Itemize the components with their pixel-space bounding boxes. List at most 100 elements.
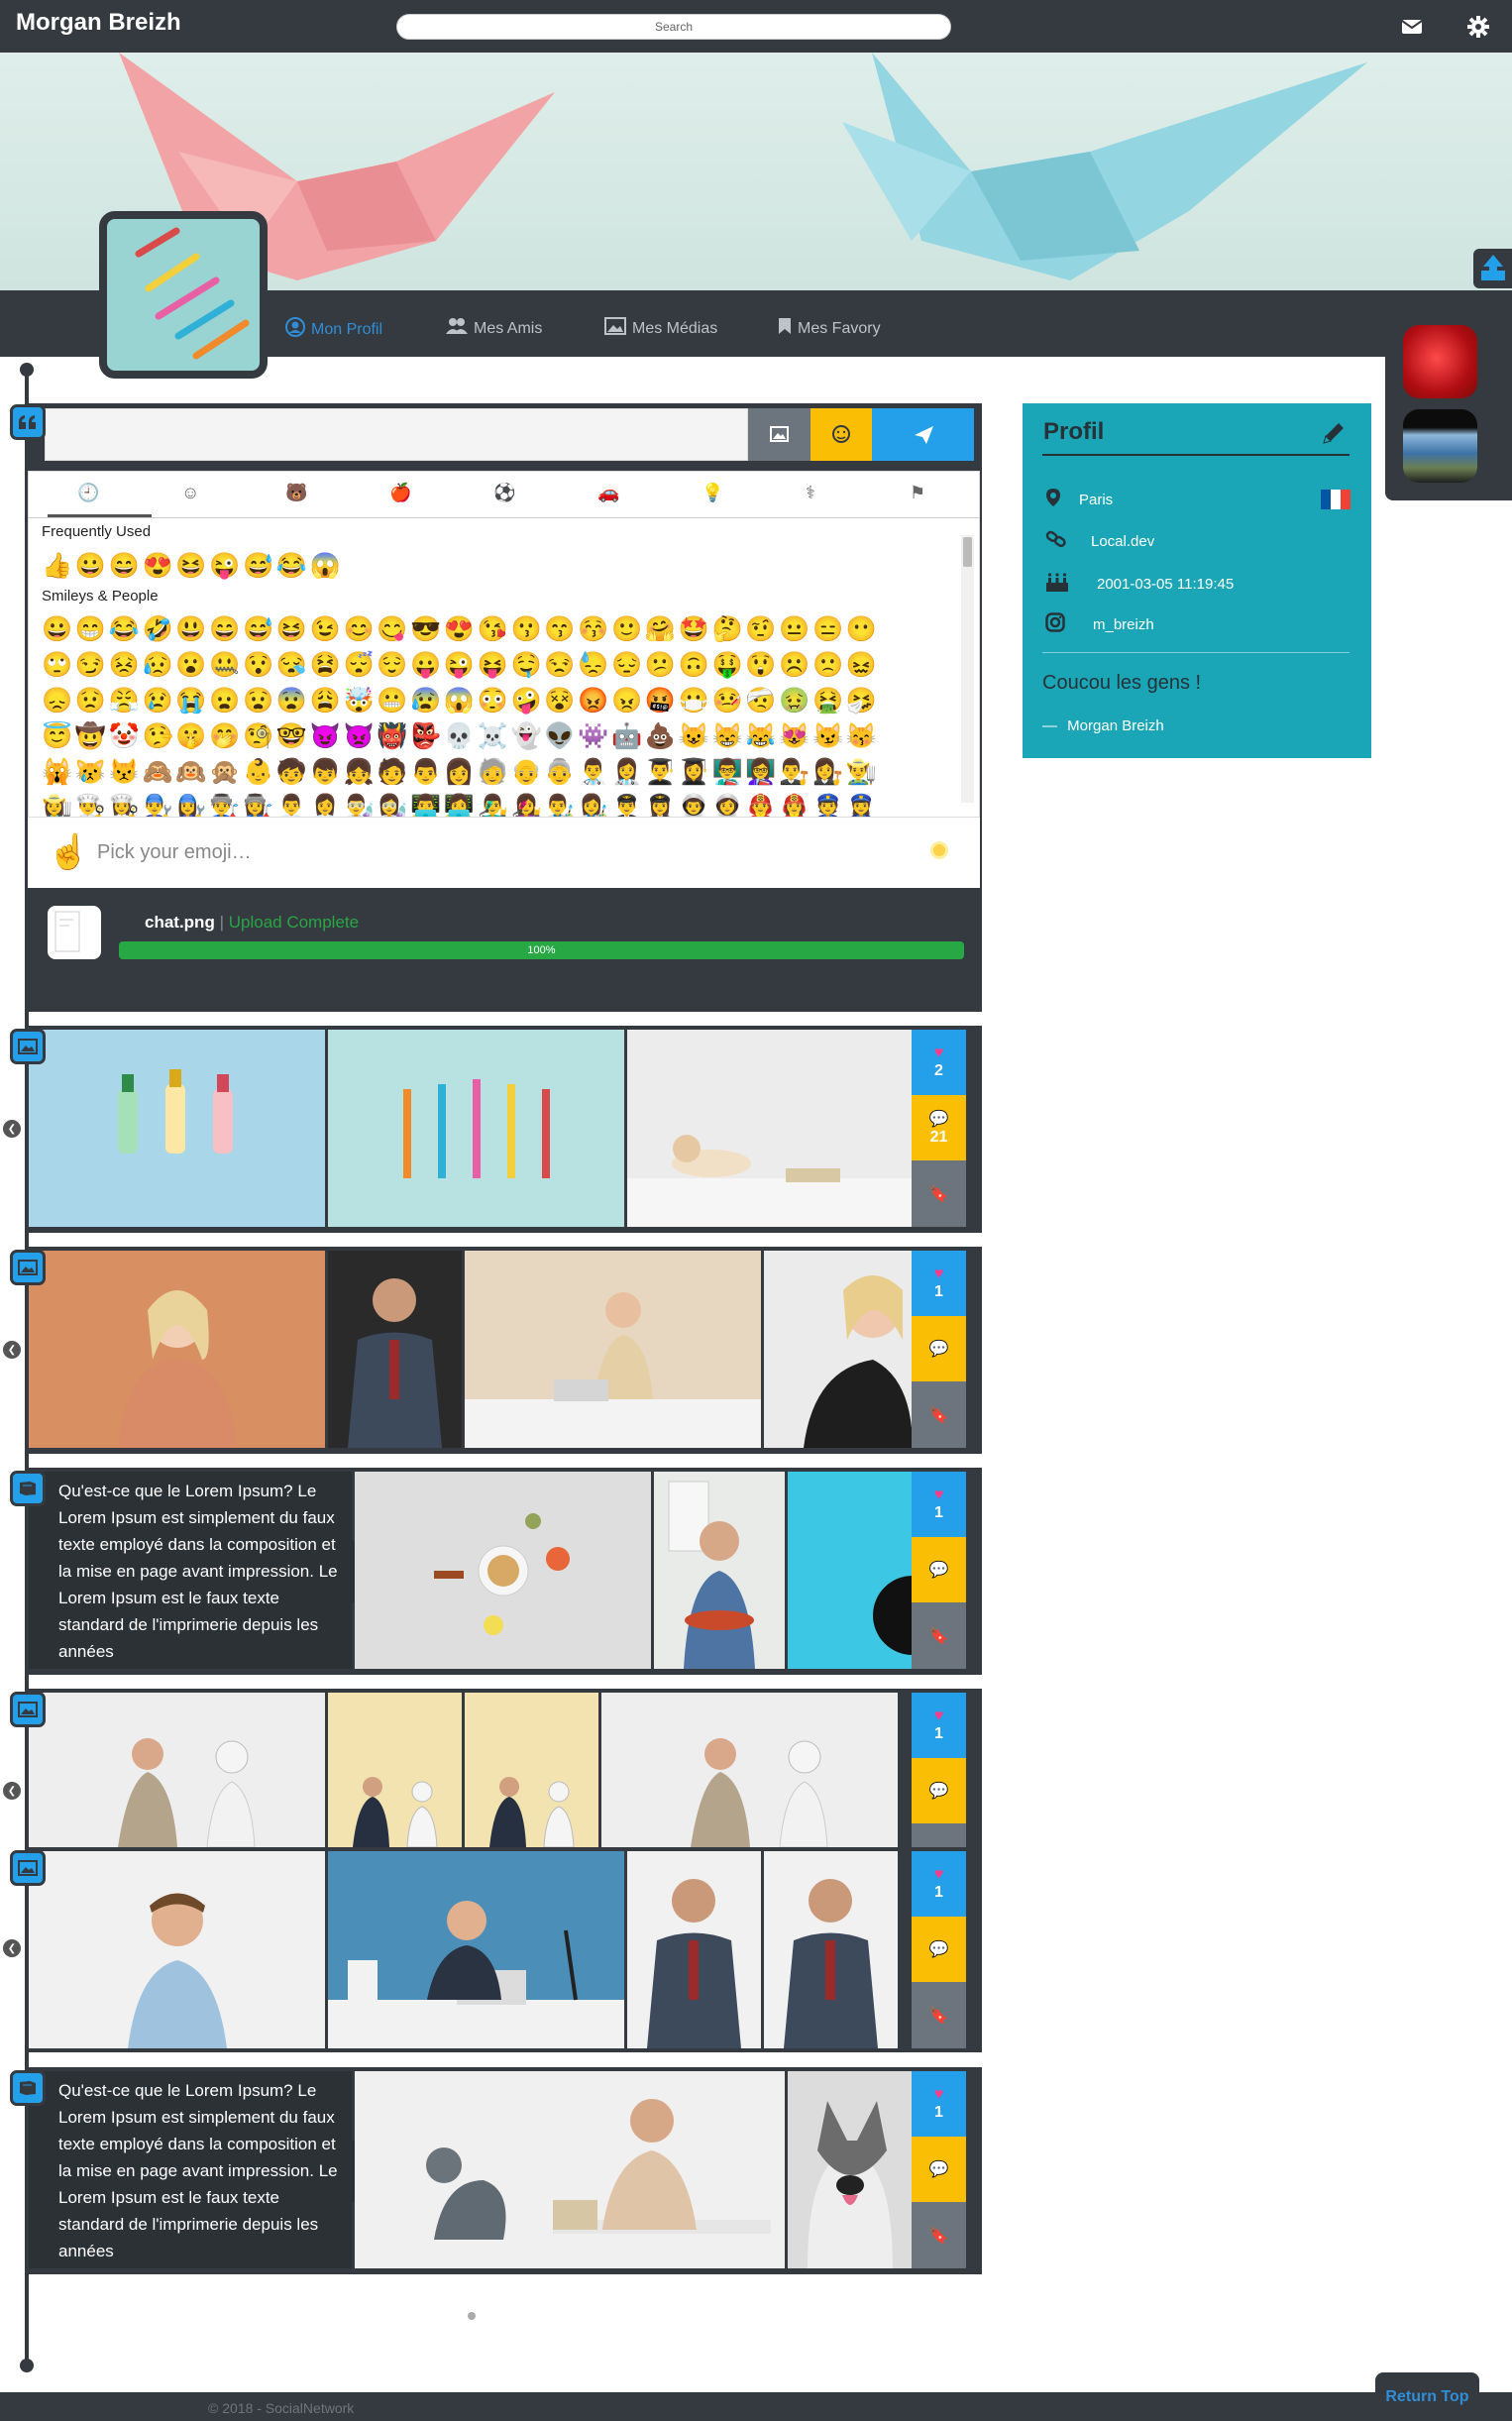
skin-tone-selector[interactable] <box>930 841 948 859</box>
tab-mes-medias[interactable]: Mes Médias <box>604 317 717 340</box>
bookmark-icon: 🔖 <box>928 1185 949 1203</box>
post-image[interactable] <box>788 2071 913 2268</box>
brand-title[interactable]: Morgan Breizh <box>16 9 181 37</box>
emoji-preview-bar: ☝ Pick your emoji… <box>28 817 980 888</box>
bookmark-button[interactable]: 🔖 <box>912 1602 966 1669</box>
tab-label: Mes Amis <box>474 319 543 337</box>
heart-icon: ♥ <box>933 2086 944 2103</box>
emoji-button[interactable] <box>810 408 872 461</box>
post-image[interactable] <box>764 1251 913 1448</box>
tab-mes-amis[interactable]: Mes Amis <box>446 317 542 340</box>
post-text-input[interactable] <box>45 408 748 461</box>
emoji-row[interactable]: 😇🤠🤡🤥🤫🤭🧐🤓😈👿👹👺💀☠️👻👽👾🤖💩😺😸😹😻😼😽 <box>42 718 933 754</box>
tab-label: Mon Profil <box>311 320 383 338</box>
envelope-icon[interactable] <box>1399 14 1425 40</box>
previous-arrow-icon[interactable]: ❮ <box>3 1939 21 1957</box>
emoji-row[interactable]: 😞😟😤😢😭😦😧😨😩🤯😬😰😱😳🤪😵😡😠🤬😷🤒🤕🤢🤮🤧 <box>42 683 933 718</box>
like-button[interactable]: ♥ 1 <box>912 1693 966 1758</box>
emoji-row[interactable]: 👍😀😄😍😆😜😅😂😱 <box>42 548 933 584</box>
timeline-dot <box>20 2359 34 2372</box>
post-image[interactable] <box>328 1251 462 1448</box>
comment-button[interactable]: 💬 <box>912 1316 966 1381</box>
symbols-icon[interactable]: ⚕ <box>806 483 815 503</box>
search-input[interactable]: Search <box>396 14 951 40</box>
emoji-row[interactable]: 😀😁😂🤣😃😄😅😆😉😊😋😎😍😘😗😙😚🙂🤗🤩🤔🤨😐😑😶 <box>42 611 933 647</box>
post-image[interactable] <box>788 1472 913 1669</box>
post-card: ♥ 2 💬 21 🔖 <box>25 1026 982 1233</box>
website-text: Local.dev <box>1091 532 1155 550</box>
instagram-text: m_breizh <box>1093 615 1154 633</box>
emoji-scrollbar[interactable] <box>961 535 974 803</box>
post-card: ♥ 1 💬 🔖 <box>25 1247 982 1454</box>
friend-avatar[interactable] <box>1403 409 1477 483</box>
bookmark-button[interactable]: 🔖 <box>912 1381 966 1448</box>
image-post-icon <box>10 1029 46 1064</box>
post-image[interactable] <box>465 1251 761 1448</box>
post-image[interactable] <box>29 1851 325 2048</box>
bookmark-button[interactable]: 🔖 <box>912 1160 966 1227</box>
like-button[interactable]: ♥ 1 <box>912 1851 966 1917</box>
post-image[interactable] <box>29 1030 325 1227</box>
link-icon <box>1045 529 1067 553</box>
post-image[interactable] <box>601 1693 898 1847</box>
emoji-row[interactable]: 🙄😏😣😥😮🤐😯😪😫😴😌😛😜😝🤤😒😓😔😕🙃🤑😲☹️🙁😖 <box>42 647 933 683</box>
emoji-row[interactable]: 🙀😿😾🙈🙉🙊👶🧒👦👧🧑👨👩🧓👴👵👨‍⚕️👩‍⚕️👨‍🎓👩‍🎓👨‍🏫👩‍🏫👨‍⚖️… <box>42 754 933 790</box>
post-image[interactable] <box>764 1851 898 2048</box>
attach-image-button[interactable] <box>748 408 810 461</box>
profile-website[interactable]: Local.dev <box>1045 529 1154 553</box>
like-button[interactable]: ♥ 1 <box>912 1251 966 1316</box>
bulb-icon[interactable]: 💡 <box>702 483 723 503</box>
friend-avatar[interactable] <box>1403 325 1477 398</box>
like-count: 1 <box>934 1504 943 1521</box>
post-image[interactable] <box>355 2071 785 2268</box>
car-icon[interactable]: 🚗 <box>597 483 619 503</box>
post-text: Qu'est-ce que le Lorem Ipsum? Le Lorem I… <box>29 1472 352 1669</box>
like-button[interactable]: ♥ 1 <box>912 1472 966 1537</box>
post-image[interactable] <box>328 1693 462 1847</box>
comment-button[interactable]: 💬 <box>912 1917 966 1982</box>
post-image[interactable] <box>654 1472 785 1669</box>
tab-label: Mes Favory <box>798 319 881 337</box>
comment-button[interactable]: 💬 <box>912 2137 966 2202</box>
previous-arrow-icon[interactable]: ❮ <box>3 1782 21 1800</box>
comment-button[interactable]: 💬 21 <box>912 1095 966 1160</box>
animal-icon[interactable]: 🐻 <box>285 483 307 503</box>
post-image[interactable] <box>328 1851 624 2048</box>
bookmark-button[interactable]: 🔖 <box>912 2202 966 2268</box>
like-count: 1 <box>934 2104 943 2121</box>
post-image[interactable] <box>627 1851 761 2048</box>
clock-icon[interactable]: 🕘 <box>77 483 99 503</box>
comment-icon: 💬 <box>928 1562 949 1579</box>
post-image[interactable] <box>627 1030 913 1227</box>
tab-mes-favory[interactable]: Mes Favory <box>778 317 881 340</box>
post-image[interactable] <box>29 1251 325 1448</box>
gear-icon[interactable] <box>1465 14 1491 40</box>
profile-instagram[interactable]: m_breizh <box>1045 612 1154 636</box>
post-image[interactable] <box>328 1030 624 1227</box>
comment-button[interactable]: 💬 <box>912 1537 966 1602</box>
city-text: Paris <box>1079 491 1114 508</box>
timeline-dot <box>20 363 34 377</box>
flag-icon[interactable]: ⚑ <box>910 483 925 503</box>
smiley-icon[interactable]: ☺ <box>181 483 199 503</box>
comment-button[interactable]: 💬 <box>912 1758 966 1823</box>
avatar[interactable] <box>99 211 268 379</box>
like-button[interactable]: ♥ 1 <box>912 2071 966 2137</box>
bookmark-icon: 🔖 <box>928 2007 949 2025</box>
post-image[interactable] <box>355 1472 651 1669</box>
like-button[interactable]: ♥ 2 <box>912 1030 966 1095</box>
pencil-icon[interactable] <box>1320 419 1348 452</box>
return-top-button[interactable]: Return Top <box>1375 2372 1479 2421</box>
tab-mon-profil[interactable]: Mon Profil <box>285 317 382 342</box>
emoji-row[interactable]: 👩‍🌾👨‍🍳👩‍🍳👨‍🔧👩‍🔧👨‍🏭👩‍🏭👨‍💼👩‍💼👨‍🔬👩‍🔬👨‍💻👩‍💻👨… <box>42 790 933 817</box>
previous-arrow-icon[interactable]: ❮ <box>3 1120 21 1138</box>
bookmark-button[interactable]: 🔖 <box>912 1982 966 2048</box>
previous-arrow-icon[interactable]: ❮ <box>3 1341 21 1359</box>
bookmark-button[interactable] <box>912 1823 966 1847</box>
post-image[interactable] <box>465 1693 598 1847</box>
sport-icon[interactable]: ⚽ <box>493 483 515 503</box>
upload-cover-button[interactable] <box>1473 249 1512 288</box>
food-icon[interactable]: 🍎 <box>389 483 411 503</box>
post-image[interactable] <box>29 1693 325 1847</box>
send-button[interactable] <box>872 408 974 461</box>
